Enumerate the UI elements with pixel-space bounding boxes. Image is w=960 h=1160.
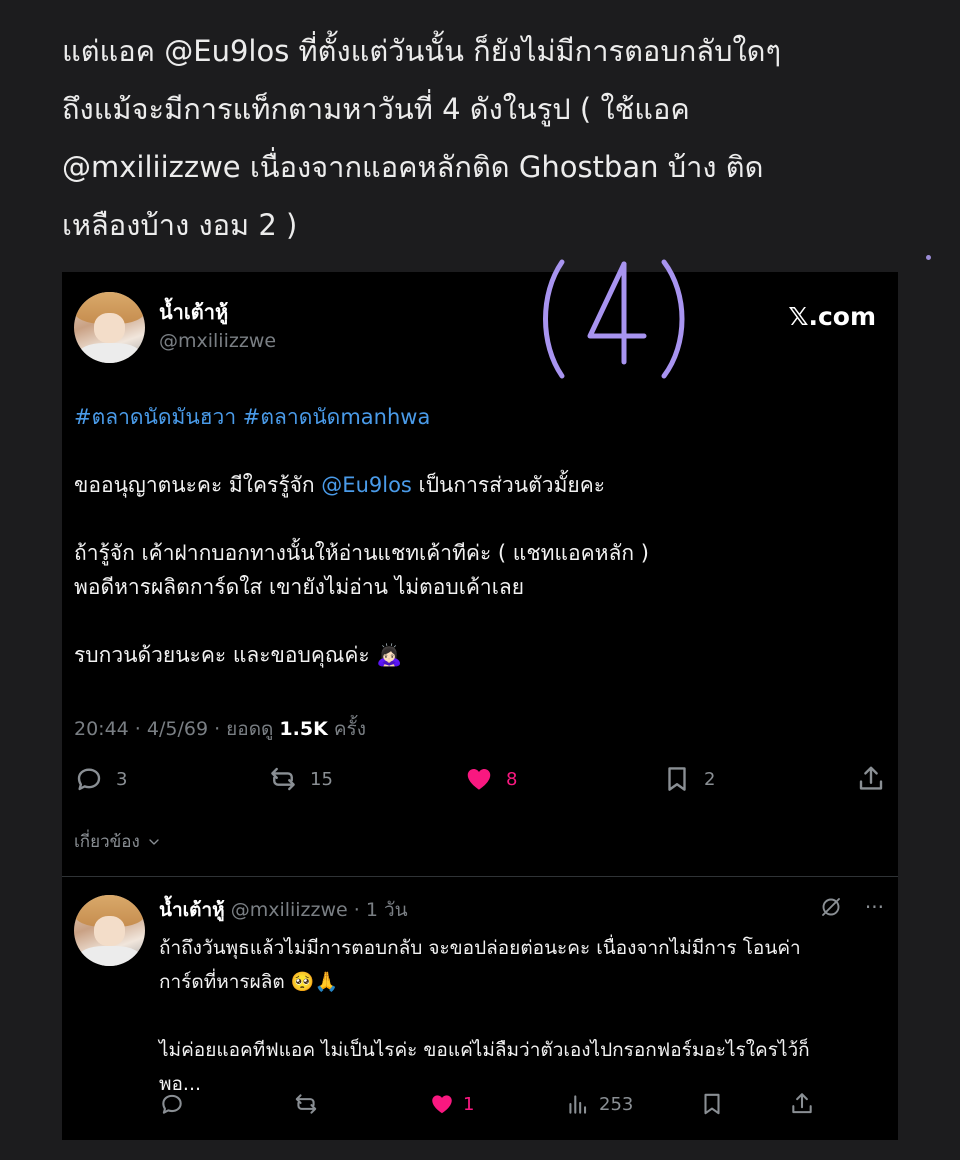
chevron-down-icon [149, 838, 159, 845]
repost-icon [295, 1094, 317, 1114]
reply-icon [162, 1094, 182, 1114]
caption-line: เหลืองบ้าง งอม 2 ) [62, 208, 298, 242]
reply-body: ถ้าถึงวันพุธแล้วไม่มีการตอบกลับ จะขอปล่อ… [159, 931, 889, 1101]
post-actions: 3 15 8 2 [74, 764, 889, 800]
annotation-drawing [543, 259, 685, 379]
reply-line: ไม่ค่อยแอคทีฟแอค ไม่เป็นไรค่ะ ขอแค่ไม่ลื… [159, 1039, 810, 1061]
avatar[interactable] [74, 292, 145, 363]
more-options-icon[interactable]: ··· [865, 895, 884, 919]
reply-icon [77, 768, 101, 791]
like-count: 1 [463, 1093, 475, 1115]
reply-header: น้ำเต้าหู้ @mxiliizzwe · 1 วัน [159, 895, 408, 925]
avatar[interactable] [74, 895, 145, 966]
reply-count: 3 [116, 768, 128, 790]
post-paragraph: พอดีหารผลิตการ์ดใส เขายังไม่อ่าน ไม่ตอบเ… [74, 575, 525, 599]
decorative-dot [926, 255, 931, 260]
bookmark-icon [668, 767, 686, 791]
repost-icon [271, 767, 295, 791]
hashtags[interactable]: #ตลาดนัดมันฮวา #ตลาดนัดmanhwa [74, 400, 874, 434]
share-icon [792, 1093, 812, 1114]
repost-count: 15 [310, 768, 333, 790]
post-meta: 20:44 · 4/5/69 · ยอดดู 1.5K ครั้ง [74, 714, 366, 744]
reply-button[interactable] [159, 1091, 193, 1117]
handwritten-annotation [532, 254, 702, 384]
post-paragraph: รบกวนด้วยนะคะ และขอบคุณค่ะ 🙇🏻‍♀️ [74, 643, 403, 667]
view-count: 253 [599, 1093, 634, 1115]
bookmark-count: 2 [704, 768, 716, 790]
reply-tools: ··· [819, 895, 884, 919]
reply-line: การ์ดที่หารผลิต 🥺🙏 [159, 971, 339, 993]
avatar-shirt [77, 343, 142, 363]
bar-chart-icon [569, 1095, 587, 1114]
post-paragraph: ขออนุญาตนะคะ มีใครรู้จัก @Eu9los เป็นการ… [74, 468, 874, 502]
bookmark-button[interactable] [699, 1091, 725, 1117]
reply-post[interactable]: น้ำเต้าหู้ @mxiliizzwe · 1 วัน ··· ถ้าถึง… [62, 877, 898, 1140]
repost-button[interactable]: 15 [268, 764, 333, 794]
heart-filled-icon [467, 769, 491, 790]
display-name[interactable]: น้ำเต้าหู้ [159, 296, 228, 328]
share-button[interactable] [856, 764, 886, 794]
share-icon [859, 766, 883, 790]
heart-filled-icon [432, 1095, 452, 1114]
reply-button[interactable]: 3 [74, 764, 127, 794]
bookmark-icon [704, 1093, 720, 1115]
avatar-face [93, 313, 126, 344]
text: เป็นการส่วนตัวมั้ยคะ [411, 473, 606, 497]
handle-and-time[interactable]: @mxiliizzwe · 1 วัน [231, 899, 408, 921]
timestamp[interactable]: 20:44 · 4/5/69 · ยอดดู [74, 718, 279, 740]
grok-icon[interactable] [819, 895, 843, 919]
main-post: น้ำเต้าหู้ @mxiliizzwe 𝕏.com #ตลาดนัดมัน… [62, 259, 898, 876]
user-handle[interactable]: @mxiliizzwe [159, 330, 276, 352]
caption-line: ถึงแม้จะมีการแท็กตามหาวันที่ 4 ดังในรูป … [62, 92, 690, 126]
display-name[interactable]: น้ำเต้าหู้ [159, 899, 225, 921]
text: ขออนุญาตนะคะ มีใครรู้จัก [74, 473, 322, 497]
post-body: #ตลาดนัดมันฮวา #ตลาดนัดmanhwa ขออนุญาตนะ… [74, 400, 874, 672]
x-logo[interactable]: 𝕏.com [788, 302, 876, 331]
views-suffix: ครั้ง [327, 718, 367, 740]
views-button[interactable]: 253 [565, 1091, 633, 1117]
related-label: เกี่ยวข้อง [74, 832, 140, 852]
reply-actions: 1 253 [159, 1091, 819, 1121]
like-button[interactable]: 8 [464, 764, 517, 794]
like-button[interactable]: 1 [429, 1091, 474, 1117]
post-paragraph: ถ้ารู้จัก เค้าฝากบอกทางนั้นให้อ่านแชทเค้… [74, 541, 649, 565]
caption-line: แต่แอค @Eu9los ที่ตั้งแต่วันนั้น ก็ยังไม… [62, 34, 782, 68]
reply-line: ถ้าถึงวันพุธแล้วไม่มีการตอบกลับ จะขอปล่อ… [159, 937, 801, 959]
view-count: 1.5K [279, 718, 328, 740]
related-toggle[interactable]: เกี่ยวข้อง [74, 828, 162, 855]
avatar-face [93, 916, 126, 947]
avatar-shirt [77, 946, 142, 966]
bookmark-button[interactable]: 2 [662, 764, 715, 794]
share-button[interactable] [789, 1091, 815, 1117]
caption-line: @mxiliizzwe เนื่องจากแอคหลักติด Ghostban… [62, 150, 764, 184]
caption-text: แต่แอค @Eu9los ที่ตั้งแต่วันนั้น ก็ยังไม… [62, 22, 902, 254]
mention-link[interactable]: @Eu9los [321, 473, 412, 497]
repost-button[interactable] [293, 1091, 327, 1117]
embedded-screenshot: น้ำเต้าหู้ @mxiliizzwe 𝕏.com #ตลาดนัดมัน… [62, 259, 898, 1140]
like-count: 8 [506, 768, 518, 790]
